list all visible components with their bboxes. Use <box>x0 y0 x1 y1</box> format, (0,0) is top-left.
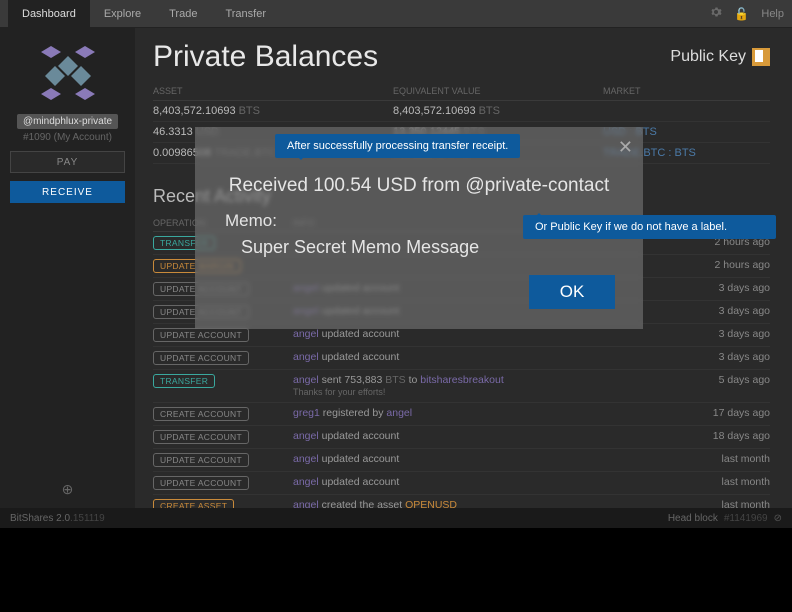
account-id: #1090 (My Account) <box>23 132 112 143</box>
avatar <box>33 38 103 108</box>
app-name: BitShares 2.0 <box>10 513 70 524</box>
op-pill: CREATE ASSET <box>153 499 234 508</box>
sync-icon: ⊘ <box>774 513 782 524</box>
receive-button[interactable]: RECEIVE <box>10 181 125 203</box>
callout-receipt: After successfully processing transfer r… <box>275 134 520 158</box>
key-icon <box>752 48 770 66</box>
username-badge: @mindphlux-private <box>17 114 118 129</box>
tab-transfer[interactable]: Transfer <box>211 0 280 27</box>
pay-button[interactable]: PAY <box>10 151 125 173</box>
lock-icon[interactable]: 🔓 <box>734 7 749 21</box>
callout-pubkey: Or Public Key if we do not have a label. <box>523 215 776 239</box>
tx-row[interactable]: CREATE ASSETangel created the asset OPEN… <box>153 495 770 508</box>
head-block-num: #1141969 <box>724 513 768 524</box>
statusbar: BitShares 2.0.151119 Head block #1141969… <box>0 508 792 528</box>
tx-row[interactable]: TRANSFERangel sent 753,883 BTS to bitsha… <box>153 370 770 403</box>
tx-row[interactable]: UPDATE ACCOUNTangel updated accountlast … <box>153 472 770 495</box>
tx-row[interactable]: UPDATE ACCOUNTangel updated accountlast … <box>153 449 770 472</box>
help-link[interactable]: Help <box>761 8 784 20</box>
memo-text: Super Secret Memo Message <box>241 237 613 258</box>
page-title: Private Balances <box>153 40 378 74</box>
head-block-label: Head block <box>668 513 718 524</box>
tx-row[interactable]: UPDATE ACCOUNTangel updated account18 da… <box>153 426 770 449</box>
balance-row[interactable]: 8,403,572.10693BTS8,403,572.10693BTS <box>153 101 770 122</box>
balhead-asset: ASSET <box>153 86 393 96</box>
topbar: Dashboard Explore Trade Transfer 🔓 Help <box>0 0 792 28</box>
sidebar: @mindphlux-private #1090 (My Account) PA… <box>0 28 135 508</box>
tab-explore[interactable]: Explore <box>90 0 155 27</box>
op-pill: UPDATE ACCOUNT <box>153 476 249 490</box>
op-pill: TRANSFER <box>153 374 215 388</box>
op-pill: CREATE ACCOUNT <box>153 407 249 421</box>
op-pill: UPDATE ACCOUNT <box>153 430 249 444</box>
modal-headline: Received 100.54 USD from @private-contac… <box>225 175 613 197</box>
tx-row[interactable]: UPDATE ACCOUNTangel updated account3 day… <box>153 347 770 370</box>
op-pill: UPDATE ACCOUNT <box>153 328 249 342</box>
op-pill: UPDATE ACCOUNT <box>153 351 249 365</box>
op-pill: UPDATE ACCOUNT <box>153 453 249 467</box>
close-icon[interactable]: ✕ <box>618 137 633 158</box>
tab-dashboard[interactable]: Dashboard <box>8 0 90 27</box>
tab-trade[interactable]: Trade <box>155 0 211 27</box>
balhead-equiv: EQUIVALENT VALUE <box>393 86 603 96</box>
app-version: .151119 <box>70 513 105 524</box>
tx-row[interactable]: CREATE ACCOUNTgreg1 registered by angel1… <box>153 403 770 426</box>
topbar-tabs: Dashboard Explore Trade Transfer <box>8 0 280 27</box>
gear-icon[interactable] <box>710 6 722 21</box>
balhead-market: MARKET <box>603 86 770 96</box>
public-key-link[interactable]: Public Key <box>670 48 770 66</box>
ok-button[interactable]: OK <box>529 275 615 309</box>
add-account-icon[interactable]: ⊕ <box>62 481 74 498</box>
